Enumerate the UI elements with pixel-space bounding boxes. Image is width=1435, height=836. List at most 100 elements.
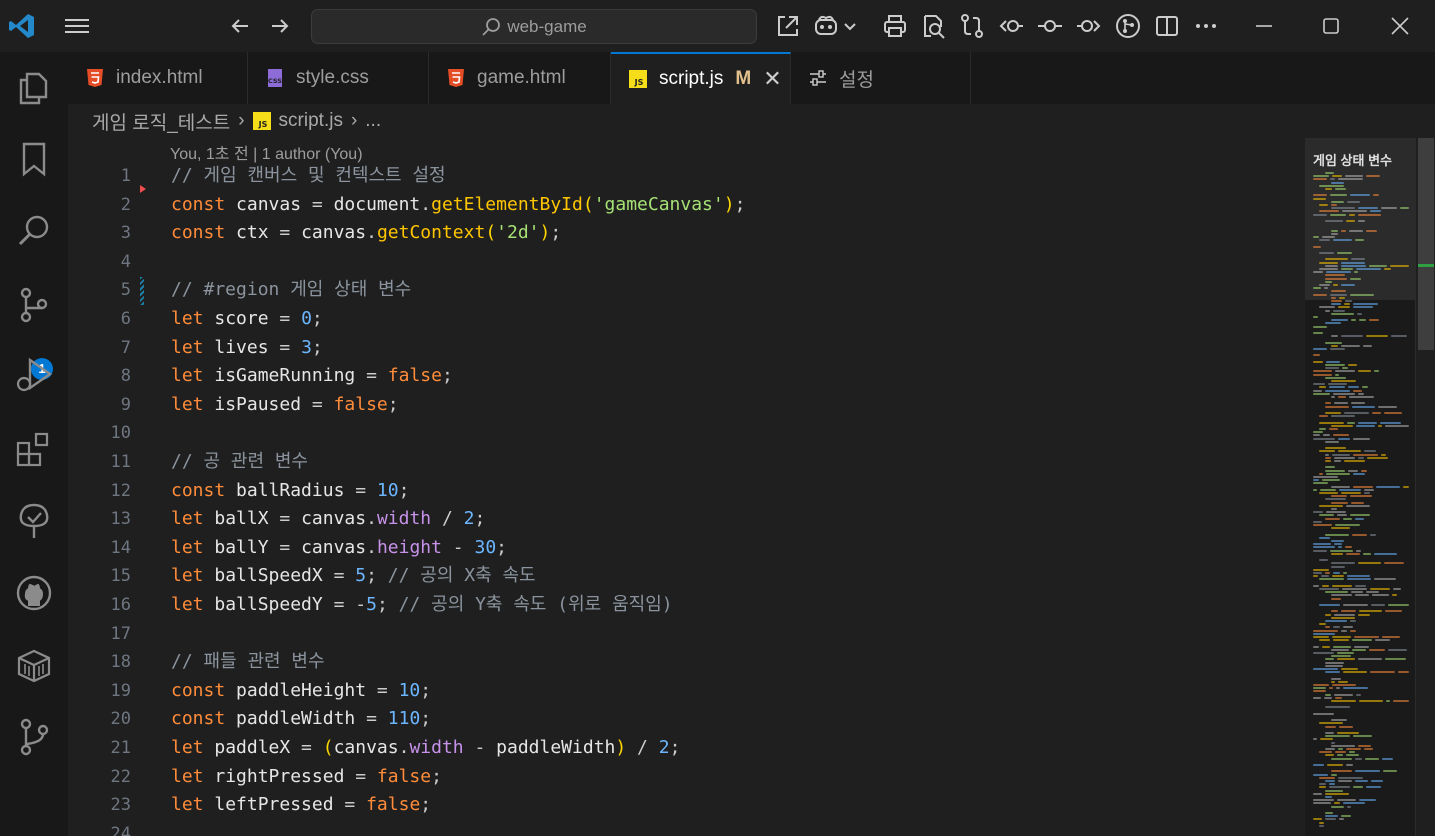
previous-change-icon[interactable] bbox=[998, 13, 1024, 39]
command-center-search[interactable]: web-game bbox=[311, 9, 757, 44]
tab-label: index.html bbox=[116, 67, 203, 88]
git-commit-icon[interactable] bbox=[1037, 13, 1063, 39]
print-icon[interactable] bbox=[882, 13, 908, 39]
github-icon[interactable] bbox=[13, 572, 55, 614]
open-external-icon[interactable] bbox=[775, 13, 801, 39]
line-code[interactable]: let ballSpeedX = 5; // 공의 X축 속도 bbox=[171, 562, 536, 590]
line-code[interactable]: let ballSpeedY = -5; // 공의 Y축 속도 (위로 움직임… bbox=[171, 591, 673, 619]
line-code[interactable]: let score = 0; bbox=[171, 305, 323, 333]
line-code[interactable]: let ballY = canvas.height - 30; bbox=[171, 534, 507, 562]
code-line[interactable]: 17 bbox=[68, 620, 1305, 648]
next-change-icon[interactable] bbox=[1076, 13, 1102, 39]
extensions-icon[interactable] bbox=[13, 428, 55, 470]
minimap-code-line bbox=[1342, 367, 1348, 370]
git-graph-icon[interactable] bbox=[1115, 13, 1141, 39]
line-code[interactable]: // 공 관련 변수 bbox=[171, 448, 308, 476]
source-control-icon[interactable] bbox=[13, 284, 55, 326]
code-line[interactable]: 13 let ballX = canvas.width / 2; bbox=[68, 505, 1305, 533]
compare-changes-icon[interactable] bbox=[959, 13, 985, 39]
line-code[interactable]: let lives = 3; bbox=[171, 334, 323, 362]
code-line[interactable]: 16 let ballSpeedY = -5; // 공의 Y축 속도 (위로 움… bbox=[68, 591, 1305, 619]
minimap-code-line bbox=[1338, 437, 1350, 440]
menu-icon[interactable] bbox=[64, 14, 90, 38]
containers-icon[interactable] bbox=[13, 644, 55, 686]
code-line[interactable]: 14 let ballY = canvas.height - 30; bbox=[68, 534, 1305, 562]
line-number: 4 bbox=[120, 251, 131, 272]
line-code[interactable]: const paddleHeight = 10; bbox=[171, 677, 431, 705]
back-arrow-icon[interactable] bbox=[228, 14, 252, 38]
close-tab-icon[interactable]: ✕ bbox=[763, 66, 781, 92]
code-line[interactable]: 21 let paddleX = (canvas.width - paddleWi… bbox=[68, 734, 1305, 762]
code-line[interactable]: 11 // 공 관련 변수 bbox=[68, 448, 1305, 476]
breadcrumb-file[interactable]: script.js bbox=[279, 110, 343, 132]
line-code[interactable]: // #region 게임 상태 변수 bbox=[171, 276, 411, 304]
breadcrumb-folder[interactable]: 게임 로직_테스트 bbox=[92, 108, 230, 135]
code-line[interactable]: 8 let isGameRunning = false; bbox=[68, 362, 1305, 390]
minimap-code-line bbox=[1372, 594, 1389, 597]
code-line[interactable]: 15 let ballSpeedX = 5; // 공의 X축 속도 bbox=[68, 562, 1305, 590]
tab-script-js[interactable]: JS script.js M ✕ bbox=[611, 52, 791, 104]
search-file-icon[interactable] bbox=[920, 13, 946, 39]
line-code[interactable]: let ballX = canvas.width / 2; bbox=[171, 505, 485, 533]
copilot-icon[interactable] bbox=[813, 13, 859, 39]
git-branches-icon[interactable] bbox=[13, 716, 55, 758]
tab-settings[interactable]: 설정 bbox=[791, 52, 971, 104]
run-debug-icon[interactable] bbox=[13, 354, 55, 396]
bookmarks-icon[interactable] bbox=[13, 138, 55, 180]
minimap-code-line bbox=[1325, 780, 1335, 782]
scrollbar-thumb[interactable] bbox=[1418, 138, 1434, 350]
close-window-icon[interactable] bbox=[1386, 12, 1414, 40]
search-icon[interactable] bbox=[13, 210, 55, 252]
code-line[interactable]: 19 const paddleHeight = 10; bbox=[68, 677, 1305, 705]
code-line[interactable]: 18 // 패들 관련 변수 bbox=[68, 648, 1305, 676]
tab-style-css[interactable]: CSS style.css bbox=[248, 52, 429, 104]
tab-index-html[interactable]: index.html bbox=[68, 52, 248, 104]
code-line[interactable]: 1 // 게임 캔버스 및 컨텍스트 설정 bbox=[68, 162, 1305, 190]
line-code[interactable]: // 게임 캔버스 및 컨텍스트 설정 bbox=[171, 162, 446, 190]
tab-game-html[interactable]: game.html bbox=[429, 52, 611, 104]
code-line[interactable]: 2 const canvas = document.getElementById(… bbox=[68, 191, 1305, 219]
code-line[interactable]: 23 let leftPressed = false; bbox=[68, 791, 1305, 819]
more-actions-icon[interactable] bbox=[1193, 13, 1219, 39]
code-line[interactable]: 6 let score = 0; bbox=[68, 305, 1305, 333]
code-editor[interactable]: You, 1초 전 | 1 author (You) 1 // 게임 캔버스 및 … bbox=[68, 138, 1305, 836]
forward-arrow-icon[interactable] bbox=[268, 14, 292, 38]
minimap[interactable]: 게임 상태 변수 bbox=[1305, 138, 1415, 836]
minimap-code-line bbox=[1338, 680, 1348, 683]
code-line[interactable]: 7 let lives = 3; bbox=[68, 334, 1305, 362]
minimap-code-line bbox=[1331, 597, 1341, 600]
code-line[interactable]: 4 bbox=[68, 248, 1305, 276]
code-line[interactable]: 5 // #region 게임 상태 변수 bbox=[68, 276, 1305, 304]
explorer-icon[interactable] bbox=[13, 66, 55, 108]
code-line[interactable]: 10 bbox=[68, 419, 1305, 447]
git-blame-annotation[interactable]: You, 1초 전 | 1 author (You) bbox=[170, 140, 363, 164]
testing-icon[interactable] bbox=[13, 500, 55, 542]
minimap-code-line bbox=[1333, 645, 1351, 648]
code-line[interactable]: 20 const paddleWidth = 110; bbox=[68, 705, 1305, 733]
minimap-code-line bbox=[1331, 300, 1342, 302]
breadcrumb-symbols[interactable]: ... bbox=[365, 110, 381, 132]
code-line[interactable]: 22 let rightPressed = false; bbox=[68, 763, 1305, 791]
line-code[interactable]: let isGameRunning = false; bbox=[171, 362, 453, 390]
minimap-code-line bbox=[1313, 629, 1338, 632]
line-code[interactable]: let rightPressed = false; bbox=[171, 763, 442, 791]
line-code[interactable]: let isPaused = false; bbox=[171, 391, 399, 419]
line-code[interactable]: const paddleWidth = 110; bbox=[171, 705, 431, 733]
line-code[interactable]: let leftPressed = false; bbox=[171, 791, 431, 819]
line-code[interactable]: const ballRadius = 10; bbox=[171, 477, 409, 505]
minimize-icon[interactable] bbox=[1250, 12, 1278, 40]
code-line[interactable]: 3 const ctx = canvas.getContext('2d'); bbox=[68, 219, 1305, 247]
code-line[interactable]: 24 bbox=[68, 820, 1305, 836]
line-code[interactable]: let paddleX = (canvas.width - paddleWidt… bbox=[171, 734, 680, 762]
code-line[interactable]: 9 let isPaused = false; bbox=[68, 391, 1305, 419]
maximize-icon[interactable] bbox=[1317, 12, 1345, 40]
minimap-code-line bbox=[1382, 636, 1400, 638]
line-code[interactable]: const canvas = document.getElementById('… bbox=[171, 191, 745, 219]
line-code[interactable]: // 패들 관련 변수 bbox=[171, 648, 325, 676]
vertical-scrollbar[interactable] bbox=[1415, 138, 1435, 836]
code-line[interactable]: 12 const ballRadius = 10; bbox=[68, 477, 1305, 505]
split-editor-icon[interactable] bbox=[1154, 13, 1180, 39]
minimap-code-line bbox=[1366, 786, 1381, 789]
minimap-code-line bbox=[1325, 735, 1350, 738]
line-code[interactable]: const ctx = canvas.getContext('2d'); bbox=[171, 219, 561, 247]
